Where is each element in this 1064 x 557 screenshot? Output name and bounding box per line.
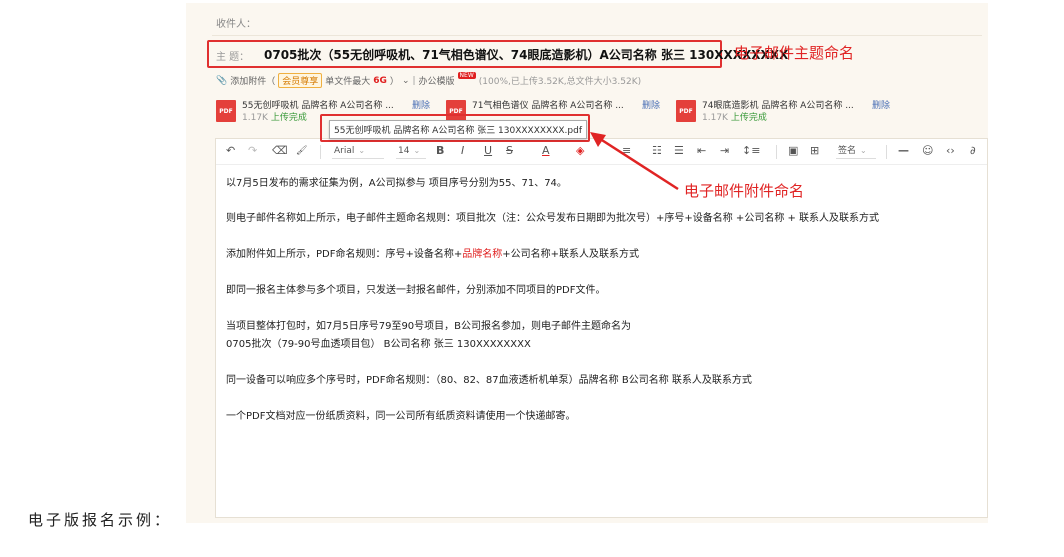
annotation-arrow-icon	[590, 132, 679, 191]
email-compose-screenshot: 收件人： 主 题： 0705批次（55无创呼吸机、71气相色谱仪、74眼底造影机…	[186, 3, 988, 523]
attachment-annotation: 电子邮件附件命名	[684, 182, 805, 200]
figure-caption: 电子版报名示例：	[28, 511, 173, 529]
